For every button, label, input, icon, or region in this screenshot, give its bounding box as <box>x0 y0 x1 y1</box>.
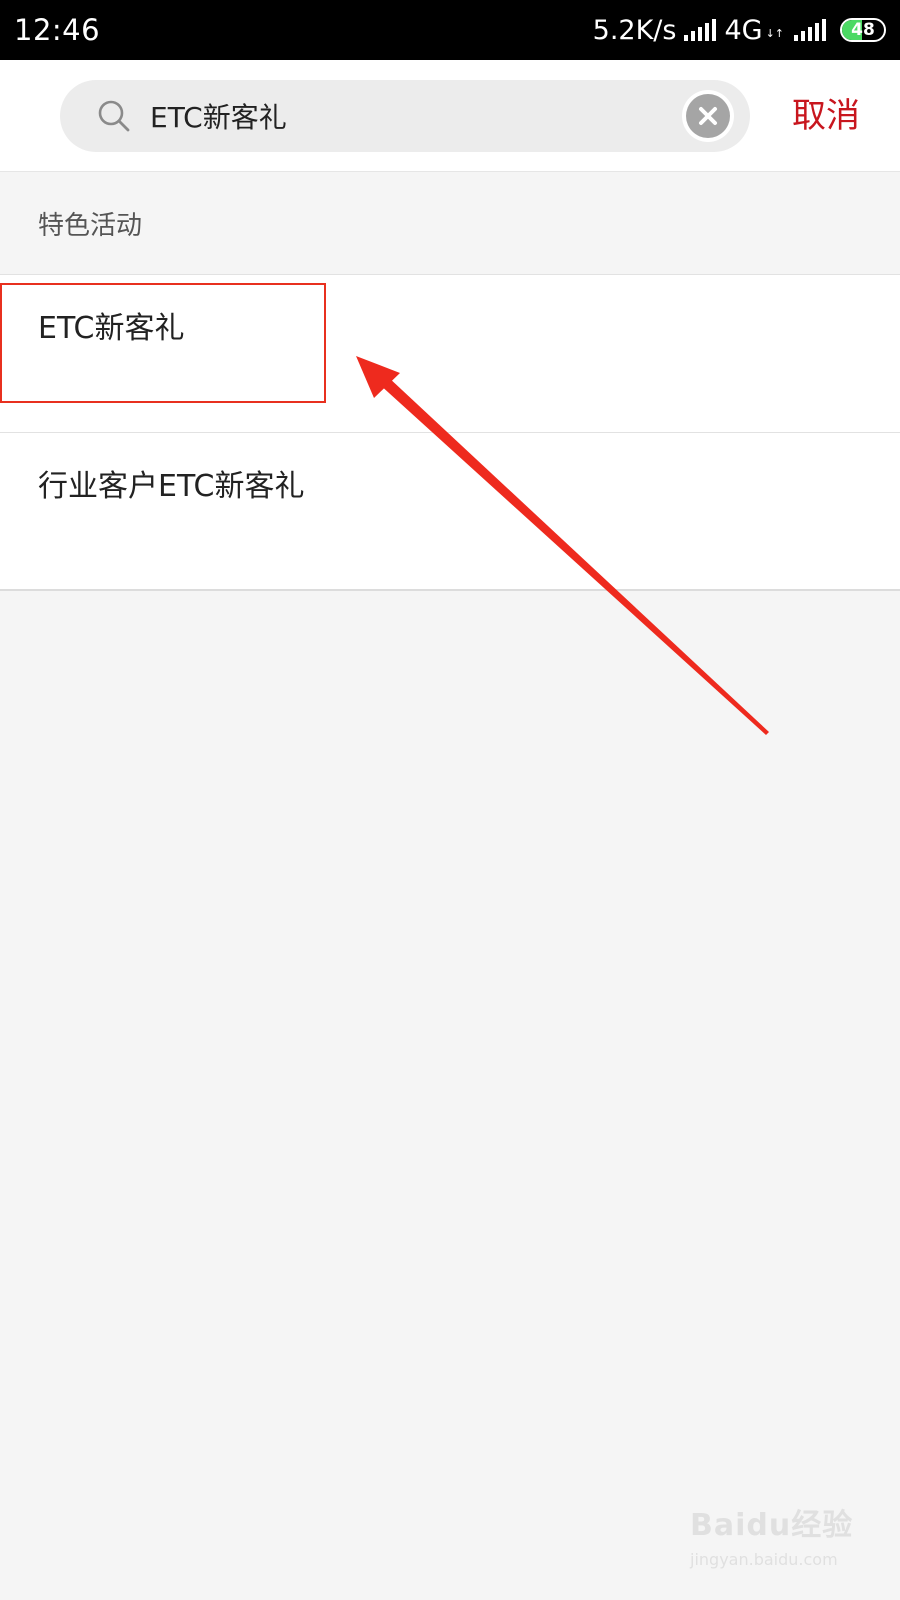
result-item-industry-etc-new-customer[interactable]: 行业客户ETC新客礼 <box>0 432 900 589</box>
search-box[interactable] <box>60 80 750 152</box>
status-indicators: 5.2K/s 4G ↓↑ 48 <box>593 15 886 46</box>
search-header: 取消 <box>0 60 900 172</box>
data-activity-icon: ↓↑ <box>765 26 784 40</box>
annotation-highlight-box <box>0 283 326 403</box>
watermark-logo: Baidu经验 <box>690 1508 854 1543</box>
battery-level: 48 <box>851 19 875 40</box>
clear-search-button[interactable] <box>682 90 734 142</box>
battery-icon: 48 <box>840 18 886 42</box>
network-type: 4G <box>724 14 763 46</box>
network-speed: 5.2K/s <box>592 14 677 46</box>
status-time: 12:46 <box>14 13 101 47</box>
close-circle-icon <box>686 94 730 138</box>
status-bar: 12:46 5.2K/s 4G ↓↑ 48 <box>0 0 900 60</box>
search-input[interactable] <box>150 99 650 133</box>
cancel-button[interactable]: 取消 <box>792 94 860 138</box>
watermark: Baidu经验 jingyan.baidu.com <box>690 1500 890 1590</box>
section-title: 特色活动 <box>38 211 143 241</box>
signal-icon <box>684 19 717 41</box>
signal-icon-2 <box>794 19 826 41</box>
search-icon <box>96 98 132 134</box>
watermark-url: jingyan.baidu.com <box>690 1550 838 1569</box>
